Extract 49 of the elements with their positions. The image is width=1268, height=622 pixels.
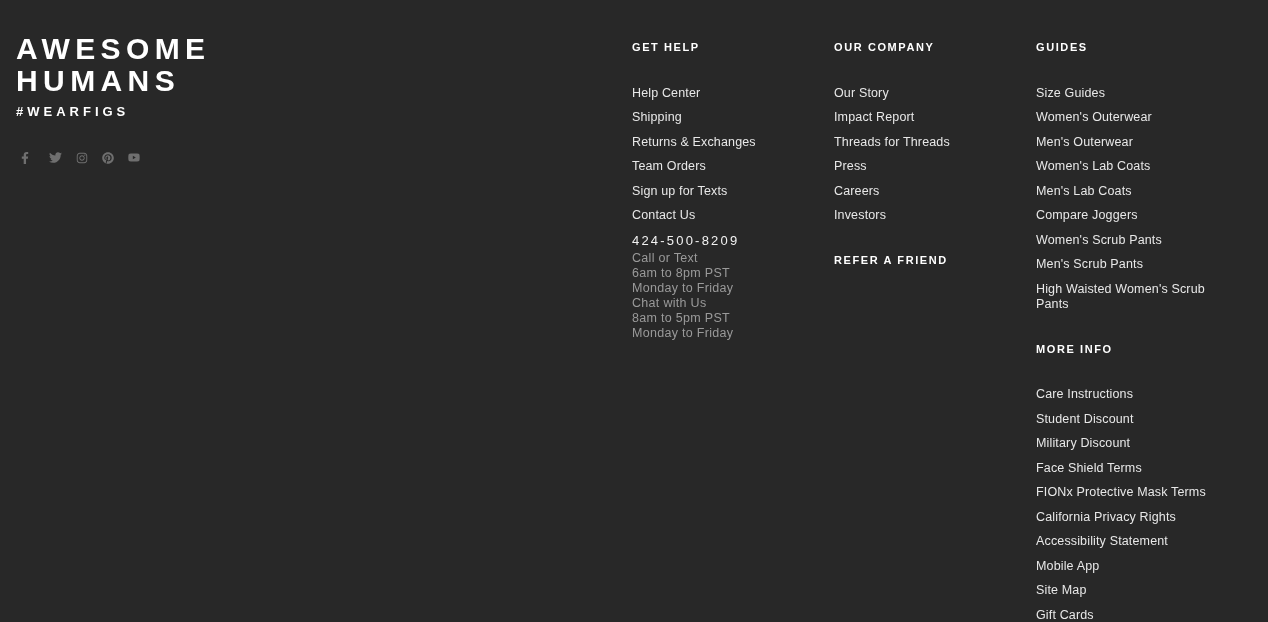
footer-link[interactable]: Women's Lab Coats	[1036, 159, 1151, 174]
footer-link[interactable]: Gift Cards	[1036, 607, 1094, 622]
instagram-icon[interactable]	[76, 151, 88, 164]
footer-link[interactable]: Care Instructions	[1036, 387, 1134, 402]
footer-link[interactable]: Size Guides	[1036, 85, 1106, 101]
footer-link[interactable]: Men's Lab Coats	[1036, 183, 1132, 199]
brand-title: AWESOME HUMANS	[16, 33, 212, 97]
footer-link[interactable]: FIONx Protective Mask Terms	[1036, 485, 1206, 500]
footer-link[interactable]: Men's Outerwear	[1036, 134, 1134, 150]
column-heading: MORE INFO	[1036, 341, 1113, 357]
hours-text: Monday to Friday	[632, 281, 734, 296]
hours-text: Chat with Us	[632, 296, 707, 311]
footer-link[interactable]: Military Discount	[1036, 436, 1131, 451]
hours-text: Call or Text	[632, 251, 698, 266]
column-heading: OUR COMPANY	[834, 40, 935, 55]
hours-text: Monday to Friday	[632, 326, 734, 341]
facebook-icon[interactable]	[19, 151, 31, 164]
footer-link[interactable]: Careers	[834, 183, 880, 199]
hashtag-text: #WEARFIGS	[16, 103, 130, 121]
footer-link[interactable]: Returns & Exchanges	[632, 134, 756, 150]
footer-link[interactable]: Mobile App	[1036, 558, 1100, 574]
footer-link[interactable]: Site Map	[1036, 583, 1087, 598]
column-heading: GET HELP	[632, 40, 700, 55]
hours-text: 6am to 8pm PST	[632, 266, 730, 281]
column-heading: GUIDES	[1036, 40, 1088, 55]
twitter-icon[interactable]	[48, 151, 62, 164]
footer-link[interactable]: Women's Outerwear	[1036, 110, 1152, 125]
refer-friend-link[interactable]: REFER A FRIEND	[834, 249, 948, 271]
footer-link[interactable]: Men's Scrub Pants	[1036, 257, 1144, 272]
hours-text: 8am to 5pm PST	[632, 311, 730, 326]
footer-link[interactable]: Team Orders	[632, 159, 706, 174]
footer-link[interactable]: Sign up for Texts	[632, 183, 728, 199]
footer-link[interactable]: Help Center	[632, 85, 701, 101]
footer-link[interactable]: Investors	[834, 208, 887, 223]
footer-link[interactable]: Our Story	[834, 85, 889, 101]
footer-link[interactable]: Threads for Threads	[834, 134, 950, 150]
footer-link[interactable]: Compare Joggers	[1036, 208, 1138, 223]
footer-link[interactable]: Shipping	[632, 110, 682, 125]
footer-link[interactable]: Press	[834, 159, 867, 174]
footer-link[interactable]: Face Shield Terms	[1036, 460, 1142, 476]
footer-link[interactable]: Accessibility Statement	[1036, 534, 1168, 549]
phone-link[interactable]: 424-500-8209	[632, 232, 740, 248]
footer-link[interactable]: California Privacy Rights	[1036, 509, 1176, 525]
footer-link[interactable]: Student Discount	[1036, 411, 1134, 427]
footer-link[interactable]: Women's Scrub Pants	[1036, 232, 1162, 248]
footer-link[interactable]: High Waisted Women's Scrub Pants	[1036, 281, 1226, 312]
footer-link[interactable]: Impact Report	[834, 110, 915, 125]
pinterest-icon[interactable]	[102, 151, 114, 164]
footer-link[interactable]: Contact Us	[632, 208, 696, 223]
